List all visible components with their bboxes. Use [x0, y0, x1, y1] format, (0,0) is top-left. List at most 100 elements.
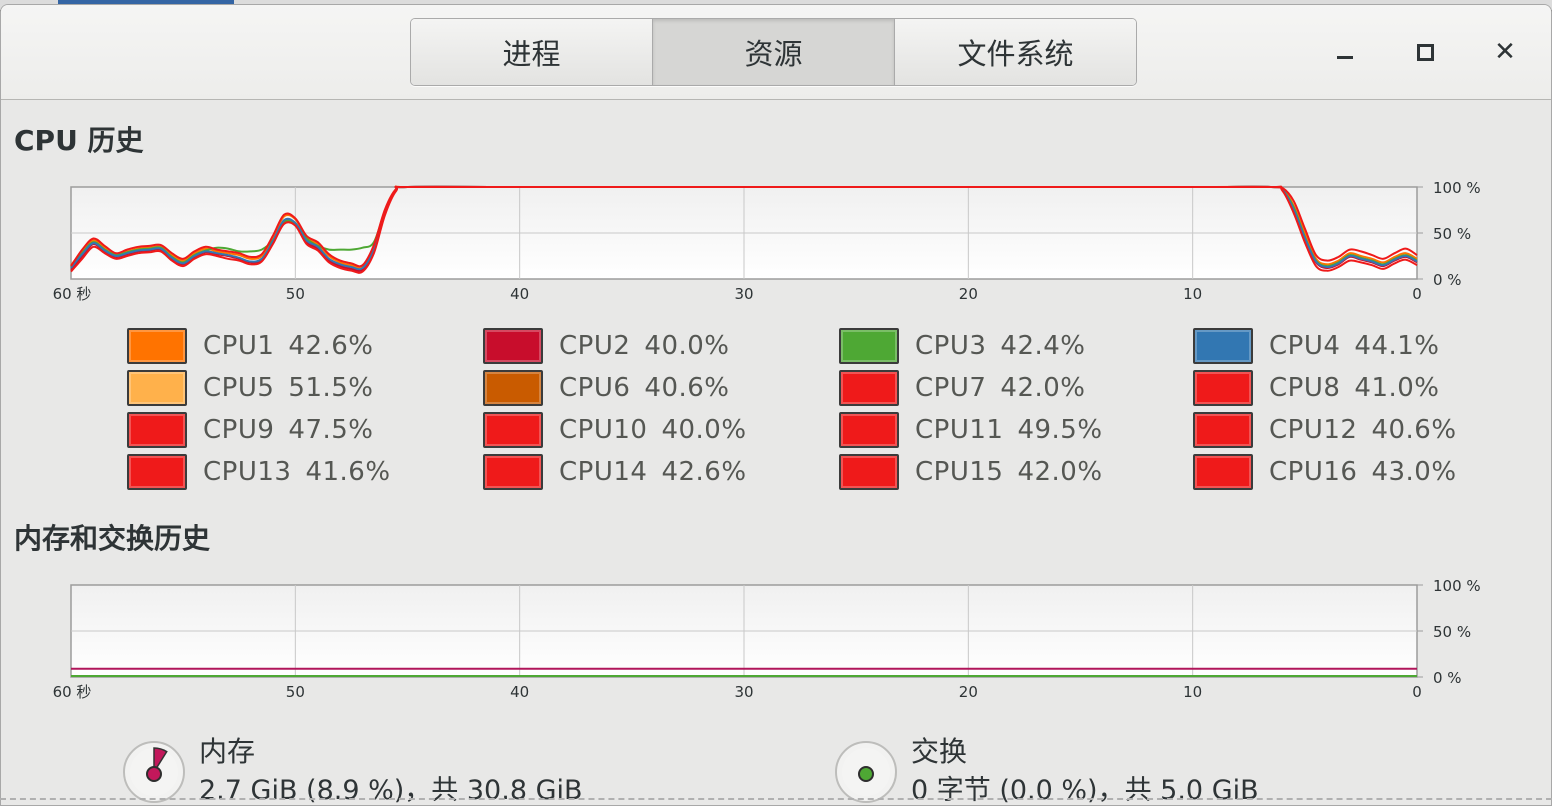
cpu-legend-item-cpu3[interactable]: CPU3 42.4% — [839, 327, 1193, 365]
cpu-name-label: CPU10 — [559, 415, 648, 445]
cpu-legend-text: CPU4 44.1% — [1269, 331, 1440, 361]
cpu-legend-item-cpu6[interactable]: CPU6 40.6% — [483, 369, 839, 407]
minimize-button[interactable] — [1328, 35, 1362, 69]
bottom-divider — [0, 798, 1552, 800]
swap-pie-chart[interactable] — [835, 741, 897, 803]
cpu-color-swatch[interactable] — [1193, 454, 1253, 490]
cpu-graph-x-tick-label: 40 — [510, 285, 529, 303]
cpu-usage-value: 40.6% — [644, 373, 730, 403]
cpu-legend-item-cpu8[interactable]: CPU8 41.0% — [1193, 369, 1493, 407]
cpu-color-swatch[interactable] — [127, 328, 187, 364]
cpu-legend-item-cpu2[interactable]: CPU2 40.0% — [483, 327, 839, 365]
cpu-graph-x-tick-label: 60 秒 — [53, 285, 92, 303]
cpu-usage-value: 42.6% — [661, 457, 747, 487]
mem-graph-x-tick-label: 50 — [286, 683, 305, 701]
cpu-legend-item-cpu13[interactable]: CPU13 41.6% — [127, 453, 483, 491]
cpu-legend-text: CPU11 49.5% — [915, 415, 1103, 445]
cpu-legend-item-cpu5[interactable]: CPU5 51.5% — [127, 369, 483, 407]
mem-graph-x-tick-label: 30 — [734, 683, 753, 701]
memory-label: 内存 — [199, 735, 256, 768]
swap-info: 交换 0 字节 (0.0 %)，共 5.0 GiB — [835, 733, 1259, 805]
cpu-legend-text: CPU13 41.6% — [203, 457, 391, 487]
memory-pie-icon — [130, 747, 178, 796]
cpu-name-label: CPU9 — [203, 415, 275, 445]
cpu-legend-item-cpu7[interactable]: CPU7 42.0% — [839, 369, 1193, 407]
minimize-icon — [1337, 55, 1353, 59]
cpu-legend-text: CPU14 42.6% — [559, 457, 747, 487]
cpu-graph-y-tick-label: 0 % — [1433, 271, 1462, 289]
cpu-legend-text: CPU1 42.6% — [203, 331, 374, 361]
header-bar: 进程 资源 文件系统 ✕ — [1, 5, 1551, 100]
mem-graph-y-tick-label: 50 % — [1433, 623, 1471, 641]
memory-pie-chart[interactable] — [123, 741, 185, 803]
cpu-legend-item-cpu16[interactable]: CPU16 43.0% — [1193, 453, 1493, 491]
cpu-usage-value: 43.0% — [1371, 457, 1457, 487]
cpu-color-swatch[interactable] — [483, 328, 543, 364]
cpu-name-label: CPU1 — [203, 331, 275, 361]
cpu-color-swatch[interactable] — [1193, 412, 1253, 448]
cpu-history-graph: 60 秒 50 40 30 20 10 0 100 % 50 % 0 % — [53, 179, 1481, 303]
cpu-color-swatch[interactable] — [483, 412, 543, 448]
cpu-color-swatch[interactable] — [839, 370, 899, 406]
memory-info: 内存 2.7 GiB (8.9 %)，共 30.8 GiB — [123, 733, 583, 806]
cpu-color-swatch[interactable] — [839, 412, 899, 448]
cpu-legend-item-cpu4[interactable]: CPU4 44.1% — [1193, 327, 1493, 365]
cpu-legend-item-cpu10[interactable]: CPU10 40.0% — [483, 411, 839, 449]
cpu-legend-item-cpu15[interactable]: CPU15 42.0% — [839, 453, 1193, 491]
tab-resources[interactable]: 资源 — [653, 19, 895, 85]
cpu-graph-x-tick-label: 30 — [734, 285, 753, 303]
cpu-usage-value: 42.4% — [1000, 331, 1086, 361]
cpu-name-label: CPU2 — [559, 331, 631, 361]
cpu-legend-text: CPU16 43.0% — [1269, 457, 1457, 487]
system-monitor-window: 进程 资源 文件系统 ✕ CPU 历史 60 秒 50 40 30 20 10 0 100 %… — [0, 4, 1552, 806]
cpu-color-swatch[interactable] — [483, 370, 543, 406]
cpu-color-swatch[interactable] — [1193, 370, 1253, 406]
cpu-graph-x-tick-label: 20 — [959, 285, 978, 303]
cpu-color-swatch[interactable] — [839, 328, 899, 364]
cpu-legend-text: CPU10 40.0% — [559, 415, 747, 445]
maximize-button[interactable] — [1408, 35, 1442, 69]
cpu-color-swatch[interactable] — [839, 454, 899, 490]
tab-processes[interactable]: 进程 — [411, 19, 653, 85]
swap-label: 交换 — [911, 735, 968, 768]
cpu-usage-value: 42.0% — [1017, 457, 1103, 487]
cpu-usage-value: 40.6% — [1371, 415, 1457, 445]
mem-graph-x-tick-label: 10 — [1183, 683, 1202, 701]
memory-swap-history-title: 内存和交换历史 — [14, 522, 211, 555]
cpu-graph-x-tick-label: 10 — [1183, 285, 1202, 303]
cpu-legend-text: CPU5 51.5% — [203, 373, 374, 403]
cpu-color-swatch[interactable] — [127, 370, 187, 406]
close-button[interactable]: ✕ — [1488, 35, 1522, 69]
swap-pie-center — [858, 766, 874, 782]
memory-pie-center — [146, 766, 162, 782]
cpu-usage-value: 51.5% — [288, 373, 374, 403]
cpu-usage-value: 40.0% — [644, 331, 730, 361]
cpu-usage-value: 42.0% — [1000, 373, 1086, 403]
cpu-name-label: CPU4 — [1269, 331, 1341, 361]
cpu-usage-value: 42.6% — [288, 331, 374, 361]
cpu-legend-text: CPU9 47.5% — [203, 415, 374, 445]
cpu-color-swatch[interactable] — [483, 454, 543, 490]
cpu-legend-item-cpu9[interactable]: CPU9 47.5% — [127, 411, 483, 449]
cpu-name-label: CPU16 — [1269, 457, 1358, 487]
memory-detail: 2.7 GiB (8.9 %)，共 30.8 GiB — [199, 775, 583, 806]
cpu-name-label: CPU12 — [1269, 415, 1358, 445]
cpu-legend-item-cpu11[interactable]: CPU11 49.5% — [839, 411, 1193, 449]
memory-swap-history-graph: 60 秒 50 40 30 20 10 0 100 % 50 % 0 % — [53, 577, 1481, 701]
mem-graph-x-tick-label: 40 — [510, 683, 529, 701]
cpu-legend-item-cpu12[interactable]: CPU12 40.6% — [1193, 411, 1493, 449]
cpu-name-label: CPU11 — [915, 415, 1004, 445]
cpu-legend-text: CPU2 40.0% — [559, 331, 730, 361]
mem-graph-y-tick-label: 0 % — [1433, 669, 1462, 687]
cpu-legend-item-cpu1[interactable]: CPU1 42.6% — [127, 327, 483, 365]
mem-graph-x-tick-label: 0 — [1412, 683, 1422, 701]
cpu-color-swatch[interactable] — [127, 412, 187, 448]
cpu-legend-item-cpu14[interactable]: CPU14 42.6% — [483, 453, 839, 491]
cpu-color-swatch[interactable] — [1193, 328, 1253, 364]
cpu-graph-y-tick-label: 50 % — [1433, 225, 1471, 243]
cpu-name-label: CPU7 — [915, 373, 987, 403]
mem-graph-x-tick-label: 20 — [959, 683, 978, 701]
cpu-color-swatch[interactable] — [127, 454, 187, 490]
tab-file-systems[interactable]: 文件系统 — [895, 19, 1136, 85]
mem-graph-x-tick-label: 60 秒 — [53, 683, 92, 701]
